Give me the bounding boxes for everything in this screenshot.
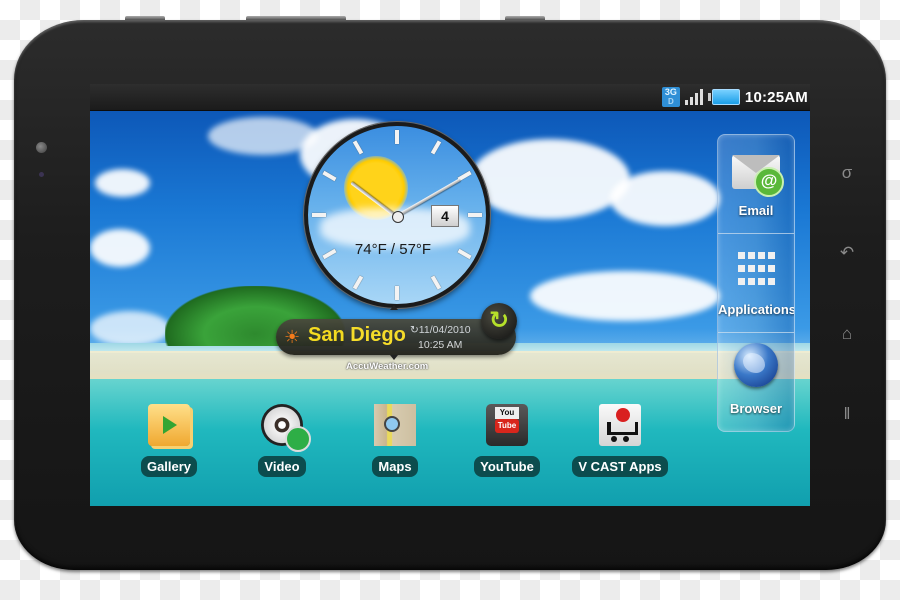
widget-arrow-down xyxy=(390,355,398,360)
gallery-icon xyxy=(148,404,190,446)
right-dock: @ Email Applications Browser xyxy=(717,134,795,432)
front-camera xyxy=(36,142,47,153)
temperature-range: 74°F / 57°F xyxy=(354,241,432,258)
app-gallery[interactable]: Gallery xyxy=(114,404,224,479)
clock-pivot xyxy=(392,211,404,223)
map-icon xyxy=(374,404,416,446)
youtube-icon: You Tube xyxy=(486,404,528,446)
dock-item-applications[interactable]: Applications xyxy=(718,233,794,332)
weather-clock-widget[interactable]: 4 74°F / 57°F xyxy=(304,122,490,308)
dock-item-email[interactable]: @ Email xyxy=(718,135,794,233)
app-video[interactable]: Video xyxy=(227,404,337,479)
app-maps[interactable]: Maps xyxy=(340,404,450,479)
hardware-search-key[interactable]: σ xyxy=(836,162,858,184)
refresh-icon: ↻ xyxy=(488,307,510,334)
screen: 3G D 10:25AM 4 74°F / 57°F ☀ San Diego ↻… xyxy=(90,84,810,506)
dock-item-browser[interactable]: Browser xyxy=(718,332,794,431)
weather-city: San Diego xyxy=(308,324,406,346)
sun-icon: ☀ xyxy=(284,327,301,347)
status-bar[interactable]: 3G D 10:25AM xyxy=(90,84,810,111)
hardware-menu-key[interactable]: ‖ xyxy=(836,403,858,425)
hardware-back-key[interactable]: ↶ xyxy=(836,242,858,264)
weather-location-bar[interactable]: ☀ San Diego ↻11/04/2010 10:25 AM xyxy=(276,319,516,355)
clock-date: 4 xyxy=(431,205,459,227)
weather-provider[interactable]: AccuWeather.com xyxy=(346,361,428,372)
status-time: 10:25AM xyxy=(744,88,808,106)
back-icon: ↶ xyxy=(839,243,855,262)
network-3g-icon: 3G D xyxy=(661,87,680,107)
video-reel-icon xyxy=(261,404,311,452)
refresh-weather-button[interactable]: ↻ xyxy=(481,303,517,339)
widget-arrow-up xyxy=(390,305,398,310)
search-icon: σ xyxy=(841,163,853,182)
light-sensor xyxy=(39,172,44,177)
menu-icon: ‖ xyxy=(843,404,851,423)
battery-icon xyxy=(707,89,740,105)
app-youtube[interactable]: You Tube YouTube xyxy=(452,404,562,479)
weather-update-time: 10:25 AM xyxy=(418,339,463,351)
shopping-cart-icon xyxy=(599,404,641,446)
signal-strength-icon xyxy=(684,89,703,105)
hardware-home-key[interactable]: ⌂ xyxy=(836,323,858,345)
app-vcast-apps[interactable]: V CAST Apps xyxy=(565,404,675,479)
weather-update-date: ↻11/04/2010 xyxy=(410,324,471,336)
globe-icon xyxy=(734,343,778,387)
home-icon: ⌂ xyxy=(841,324,853,343)
app-grid-icon xyxy=(738,252,775,288)
